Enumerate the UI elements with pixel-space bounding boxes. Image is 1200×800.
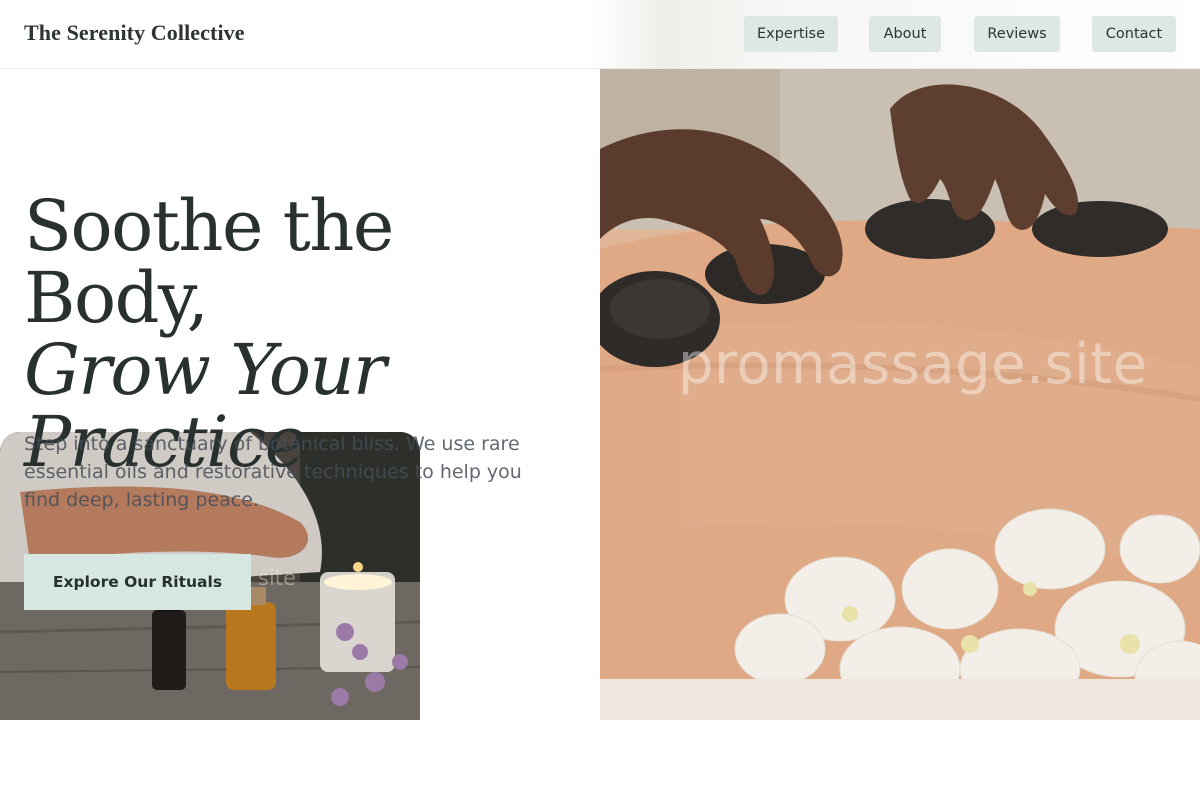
hero-subtext: Step into a sanctuary of botanical bliss… (24, 433, 522, 511)
headline-line-1: Soothe the Body, (24, 185, 394, 339)
nav-contact-button[interactable]: Contact (1092, 16, 1176, 52)
brand-logo[interactable]: The Serenity Collective (24, 20, 245, 46)
explore-rituals-button[interactable]: Explore Our Rituals (24, 554, 251, 610)
image-watermark: promassage.site (678, 332, 1148, 397)
site-header: The Serenity Collective Expertise About … (0, 0, 1200, 69)
headline-line-2: Grow Your (24, 329, 387, 411)
nav-reviews-button[interactable]: Reviews (974, 16, 1060, 52)
nav-expertise-button[interactable]: Expertise (744, 16, 838, 52)
photo-watermark: site (258, 566, 296, 590)
nav-about-button[interactable]: About (869, 16, 941, 52)
